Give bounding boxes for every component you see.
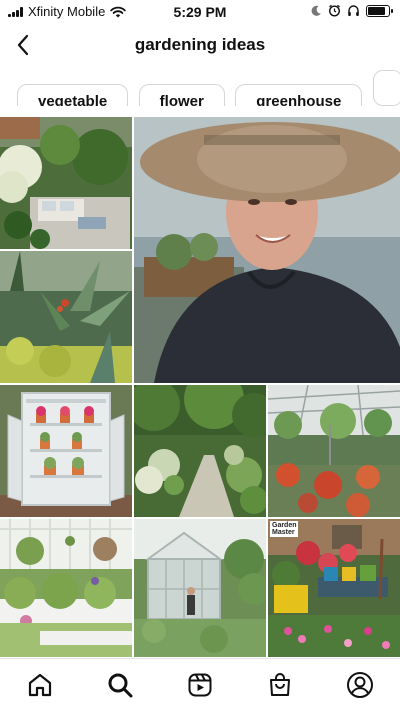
alarm-icon — [328, 4, 341, 17]
garden-center-image — [268, 519, 400, 657]
grid-item-greenhouse[interactable] — [268, 385, 400, 517]
search-icon — [108, 673, 133, 698]
grid-item-tropical[interactable] — [0, 251, 132, 383]
raised-beds-image — [0, 519, 132, 657]
chip-greenhouse[interactable]: greenhouse — [235, 84, 363, 106]
header: gardening ideas — [0, 26, 400, 66]
greenhouse-image — [268, 385, 400, 517]
battery-icon — [366, 4, 393, 17]
results-grid: Garden Master — [0, 117, 400, 657]
grid-item-raised-beds[interactable] — [0, 519, 132, 657]
chip-flower[interactable]: flower — [138, 84, 225, 106]
grid-item-cabinet[interactable] — [0, 385, 132, 517]
nav-home[interactable] — [26, 671, 54, 699]
headphones-icon — [348, 5, 359, 16]
cabinet-image — [0, 385, 132, 517]
home-icon — [28, 673, 52, 697]
grid-item-video-woman[interactable] — [134, 117, 400, 383]
garden-master-badge: Garden Master — [270, 521, 298, 537]
chip-more[interactable] — [372, 70, 400, 106]
status-right — [310, 4, 393, 17]
moon-icon — [311, 5, 321, 16]
suggestion-chips: vegetable flower greenhouse — [0, 70, 400, 106]
profile-icon — [347, 672, 373, 698]
nav-reels[interactable] — [186, 671, 214, 699]
woman-video-image — [134, 117, 400, 383]
battery-level — [368, 6, 385, 15]
reels-icon — [188, 673, 212, 697]
tropical-image — [0, 251, 132, 383]
grid-item-glass-greenhouse[interactable] — [134, 519, 266, 657]
chip-vegetable[interactable]: vegetable — [17, 84, 129, 106]
page-title: gardening ideas — [134, 35, 266, 54]
nav-search[interactable] — [106, 671, 134, 699]
shop-icon — [270, 673, 290, 696]
bottom-nav — [0, 658, 400, 710]
status-bar: Xfinity Mobile 5:29 PM — [0, 0, 400, 24]
garden-path-image — [134, 385, 266, 517]
grid-item-garden-center[interactable]: Garden Master — [268, 519, 400, 657]
glass-greenhouse-image — [134, 519, 266, 657]
nav-shop[interactable] — [266, 671, 294, 699]
grid-item-patio[interactable] — [0, 117, 132, 249]
nav-profile[interactable] — [346, 671, 374, 699]
grid-item-garden-path[interactable] — [134, 385, 266, 517]
patio-image — [0, 117, 132, 249]
